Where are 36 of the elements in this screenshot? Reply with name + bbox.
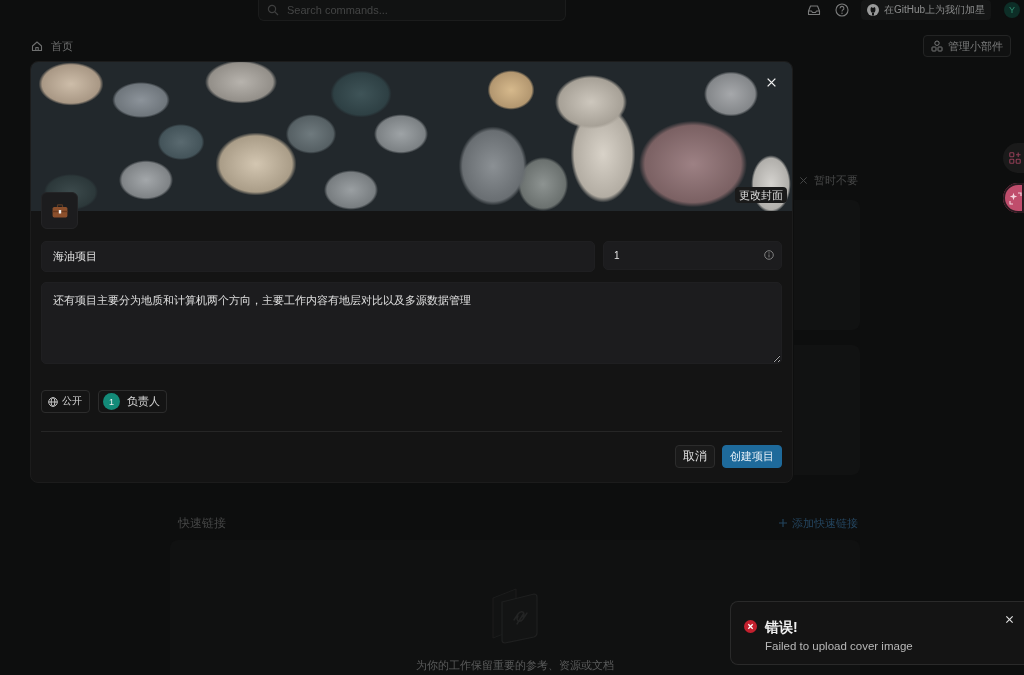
error-icon	[744, 620, 757, 633]
inbox-icon[interactable]	[806, 3, 821, 17]
close-button[interactable]	[766, 77, 777, 88]
search-icon	[267, 4, 279, 16]
change-cover-button[interactable]: 更改封面	[735, 187, 787, 203]
home-icon[interactable]	[31, 40, 43, 52]
help-icon[interactable]	[834, 3, 849, 17]
manage-widgets-button[interactable]: 管理小部件	[923, 35, 1011, 57]
cancel-button[interactable]: 取消	[675, 445, 715, 468]
create-project-button[interactable]: 创建项目	[722, 445, 782, 468]
briefcase-icon	[51, 203, 68, 218]
toast-title: 错误!	[765, 619, 799, 635]
close-icon	[1005, 615, 1014, 624]
globe-icon	[48, 396, 58, 407]
grid-plus-icon	[1009, 152, 1021, 164]
name-field[interactable]: 海油项目	[41, 241, 595, 272]
count-badge: 1	[103, 393, 120, 410]
sparkle-icon	[1009, 191, 1022, 205]
close-button[interactable]	[1005, 615, 1014, 624]
number-field[interactable]: 1	[603, 241, 782, 270]
info-icon[interactable]	[764, 250, 774, 260]
github-star-button[interactable]: 在GitHub上为我们加星	[860, 0, 991, 20]
ai-assistant-button[interactable]	[1003, 183, 1024, 213]
toast-message: Failed to upload cover image	[765, 640, 913, 653]
breadcrumb-link[interactable]: 首页	[51, 38, 73, 54]
plus-icon	[778, 518, 788, 528]
cat-badge-icon	[866, 4, 879, 16]
lead-button[interactable]: 1 负责人	[98, 390, 167, 413]
avatar[interactable]: Y	[1004, 2, 1020, 18]
icon-picker-button[interactable]	[41, 192, 78, 229]
close-icon	[766, 77, 777, 88]
close-icon	[799, 175, 808, 185]
visibility-button[interactable]: 公开	[41, 390, 90, 413]
description-field[interactable]: 还有项目主要分为地质和计算机两个方向，主要工作内容有地层对比以及多源数据管理	[41, 282, 782, 364]
shapes-icon	[931, 40, 943, 52]
empty-state-text: 为你的工作保留重要的参考、资源或文档	[416, 658, 614, 672]
